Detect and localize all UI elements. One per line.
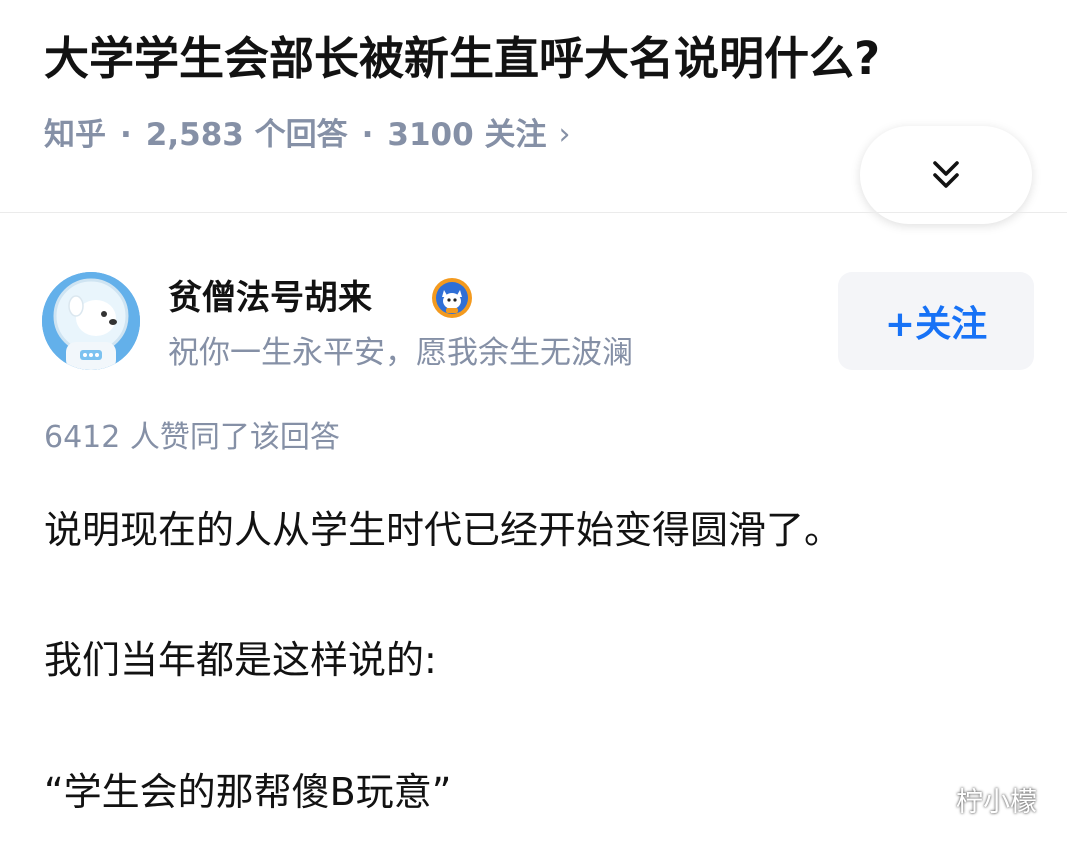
follow-count: 3100 关注 xyxy=(387,117,547,153)
answer-paragraph: 我们当年都是这样说的: xyxy=(44,638,437,682)
answer-paragraph: 说明现在的人从学生时代已经开始变得圆滑了。 xyxy=(44,508,843,552)
badge-graphic xyxy=(432,278,472,318)
follow-button[interactable]: +关注 xyxy=(838,272,1034,370)
question-title[interactable]: 大学学生会部长被新生直呼大名说明什么? xyxy=(44,24,1044,94)
meta-separator: · xyxy=(120,117,132,153)
answer-count: 2,583 个回答 xyxy=(145,117,348,153)
question-meta[interactable]: 知乎 · 2,583 个回答 · 3100 关注 › xyxy=(44,110,571,160)
double-chevron-down-icon xyxy=(933,161,959,188)
expand-button[interactable] xyxy=(860,126,1032,224)
zhihu-answer-page: 大学学生会部长被新生直呼大名说明什么? 知乎 · 2,583 个回答 · 310… xyxy=(0,0,1067,848)
meta-separator: · xyxy=(361,117,374,153)
zhihu-badge-icon[interactable] xyxy=(430,276,474,320)
wechat-icon xyxy=(910,784,949,813)
divider xyxy=(0,212,1067,213)
author-bio: 祝你一生永平安，愿我余生无波澜 xyxy=(168,335,633,371)
answer-paragraph: “学生会的那帮傻B玩意” xyxy=(44,770,452,814)
astronaut-bear-avatar xyxy=(42,272,140,370)
watermark: 柠小檬 xyxy=(910,780,1037,819)
watermark-label: 柠小檬 xyxy=(956,787,1037,818)
author-name[interactable]: 贫僧法号胡来 xyxy=(168,272,372,324)
avatar[interactable] xyxy=(42,272,140,370)
vote-count[interactable]: 6412 人赞同了该回答 xyxy=(44,414,340,462)
chevron-right-icon: › xyxy=(558,117,571,152)
source-label: 知乎 xyxy=(44,117,106,153)
